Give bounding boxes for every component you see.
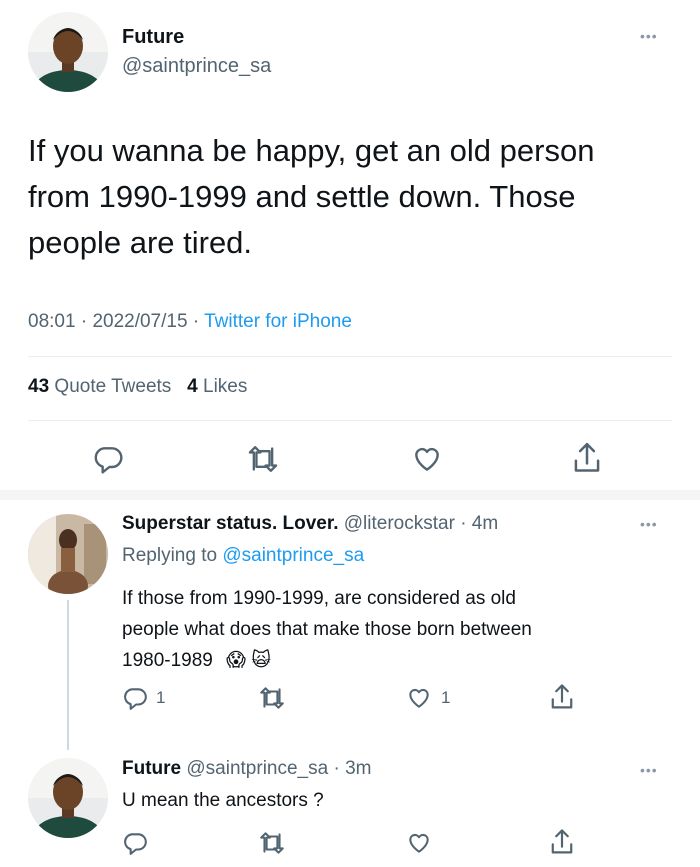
likes-label: Likes — [203, 376, 248, 397]
retweet-icon[interactable] — [246, 443, 280, 475]
reply-text-line: If those from 1990-1999, are considered … — [122, 588, 516, 609]
quote-tweets-label: Quote Tweets — [54, 376, 172, 397]
like-count: 1 — [441, 688, 451, 707]
reply-text-line-end: 1980-1989 — [122, 650, 213, 671]
like-icon[interactable] — [405, 830, 433, 856]
section-divider — [0, 490, 700, 500]
quote-tweets-count: 43 — [28, 376, 50, 397]
reply-author-display-name[interactable]: Future — [122, 758, 181, 779]
like-action[interactable]: 1 — [405, 685, 450, 711]
reply-action[interactable]: 1 — [122, 685, 165, 711]
replying-to: Replying to @saintprince_sa — [122, 545, 364, 567]
reply-icon[interactable] — [122, 830, 148, 856]
reply-count: 1 — [156, 688, 166, 707]
author-display-name[interactable]: Future — [122, 26, 184, 49]
meta-separator: · — [80, 311, 88, 332]
tweet-text-line: from 1990-1999 and settle down. Those — [28, 179, 576, 214]
reply-icon[interactable] — [122, 685, 148, 711]
reply-text-line: 1980-1989 😱 🙀 — [122, 645, 532, 676]
reply-text: U mean the ancestors ? — [122, 790, 324, 811]
cat-scream-emoji: 🙀 — [251, 650, 272, 671]
like-icon[interactable] — [405, 685, 433, 711]
reply-time[interactable]: 3m — [345, 758, 371, 779]
reply-header: Future @saintprince_sa · 3m — [122, 758, 372, 780]
reply-author-avatar[interactable] — [28, 514, 108, 594]
scream-emoji: 😱 — [226, 650, 246, 671]
tweet-meta: 08:01 · 2022/07/15 · Twitter for iPhone — [28, 311, 352, 333]
reply-icon[interactable] — [92, 443, 124, 475]
likes-count: 4 — [187, 376, 198, 397]
meta-separator: · — [460, 513, 467, 534]
tweet-text-line: If you wanna be happy, get an old person — [28, 133, 595, 168]
tweet-text: If you wanna be happy, get an old person… — [28, 128, 594, 266]
retweet-icon[interactable] — [258, 830, 286, 856]
reply-text: If those from 1990-1999, are considered … — [122, 583, 532, 676]
reply-author-display-name[interactable]: Superstar status. Lover. — [122, 513, 338, 534]
reply-author-handle[interactable]: @literockstar — [344, 513, 455, 534]
retweet-icon[interactable] — [258, 685, 286, 711]
share-icon[interactable] — [548, 827, 576, 857]
quote-tweets-stat[interactable]: 43 Quote Tweets — [28, 376, 177, 397]
tweet-time[interactable]: 08:01 — [28, 311, 76, 332]
share-icon[interactable] — [570, 440, 604, 476]
reply-author-avatar[interactable] — [28, 758, 108, 838]
engagement-stats: 43 Quote Tweets 4 Likes — [28, 376, 247, 398]
author-handle[interactable]: @saintprince_sa — [122, 55, 271, 78]
more-icon[interactable]: ••• — [640, 28, 658, 44]
like-icon[interactable] — [410, 443, 444, 475]
more-icon[interactable]: ••• — [640, 762, 658, 778]
tweet-date[interactable]: 2022/07/15 — [92, 311, 187, 332]
reply-author-handle[interactable]: @saintprince_sa — [186, 758, 328, 779]
reply-text-line: people what does that make those born be… — [122, 619, 532, 640]
replying-to-handle[interactable]: @saintprince_sa — [222, 545, 364, 566]
more-icon[interactable]: ••• — [640, 516, 658, 532]
divider — [28, 356, 672, 357]
meta-separator: · — [192, 311, 200, 332]
replying-to-label: Replying to — [122, 545, 218, 566]
tweet-source[interactable]: Twitter for iPhone — [204, 311, 352, 332]
likes-stat[interactable]: 4 Likes — [187, 376, 247, 397]
meta-separator: · — [333, 758, 340, 779]
thread-line — [67, 600, 69, 750]
reply-time[interactable]: 4m — [472, 513, 498, 534]
reply-header: Superstar status. Lover. @literockstar ·… — [122, 513, 498, 535]
divider — [28, 420, 672, 421]
tweet-text-line: people are tired. — [28, 225, 253, 260]
share-icon[interactable] — [548, 682, 576, 712]
author-avatar[interactable] — [28, 12, 108, 92]
